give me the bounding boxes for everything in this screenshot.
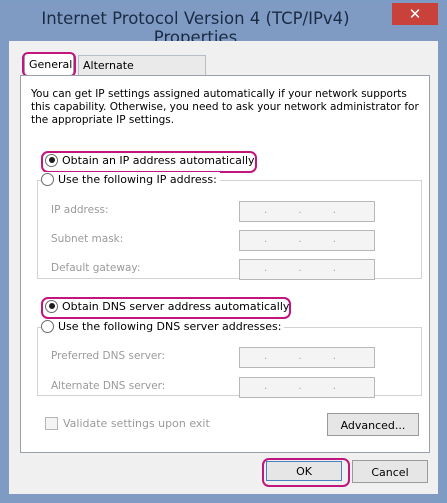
preferred-dns-input[interactable]: . . .: [239, 347, 375, 368]
validate-settings-checkbox[interactable]: [45, 416, 58, 430]
preferred-dns-label: Preferred DNS server:: [51, 350, 166, 362]
dns-manual-radio[interactable]: [41, 319, 54, 333]
close-button[interactable]: ✕: [392, 3, 438, 25]
dialog-client-area: General Alternate Configuration You can …: [9, 41, 438, 494]
dialog-window: Internet Protocol Version 4 (TCP/IPv4) P…: [0, 0, 447, 503]
description-text: You can get IP settings assigned automat…: [31, 88, 419, 126]
tab-general[interactable]: General: [22, 52, 76, 77]
tab-general-highlight: [22, 52, 76, 77]
dns-auto-radio[interactable]: [45, 299, 58, 313]
dns-manual-radio-row[interactable]: Use the following DNS server addresses:: [41, 319, 285, 335]
ip-manual-label: Use the following IP address:: [58, 173, 217, 186]
dns-auto-radio-row[interactable]: Obtain DNS server address automatically: [45, 299, 289, 315]
title-bar[interactable]: Internet Protocol Version 4 (TCP/IPv4) P…: [1, 1, 446, 47]
validate-settings-label: Validate settings upon exit: [63, 417, 210, 430]
ip-address-input[interactable]: . . .: [239, 201, 375, 222]
tab-alternate-configuration[interactable]: Alternate Configuration: [78, 55, 206, 92]
validate-settings-row[interactable]: Validate settings upon exit: [45, 416, 210, 431]
ip-auto-radio[interactable]: [45, 153, 58, 167]
default-gateway-input[interactable]: . . .: [239, 259, 375, 280]
dns-auto-label: Obtain DNS server address automatically: [62, 300, 290, 313]
subnet-mask-input[interactable]: . . .: [239, 230, 375, 251]
default-gateway-label: Default gateway:: [51, 262, 141, 274]
ip-manual-radio[interactable]: [41, 172, 54, 186]
subnet-mask-label: Subnet mask:: [51, 233, 124, 245]
ip-auto-radio-row[interactable]: Obtain an IP address automatically: [45, 153, 255, 169]
cancel-button[interactable]: Cancel: [352, 460, 428, 483]
ip-manual-radio-row[interactable]: Use the following IP address:: [41, 172, 220, 188]
alternate-dns-input[interactable]: . . .: [239, 377, 375, 398]
general-tab-panel: You can get IP settings assigned automat…: [20, 75, 430, 453]
ip-address-label: IP address:: [51, 204, 109, 216]
close-icon: ✕: [408, 5, 422, 23]
ok-button[interactable]: OK: [266, 461, 342, 481]
dns-manual-label: Use the following DNS server addresses:: [58, 320, 282, 333]
alternate-dns-label: Alternate DNS server:: [51, 380, 166, 392]
ip-auto-label: Obtain an IP address automatically: [62, 154, 255, 167]
advanced-button[interactable]: Advanced...: [327, 413, 419, 436]
